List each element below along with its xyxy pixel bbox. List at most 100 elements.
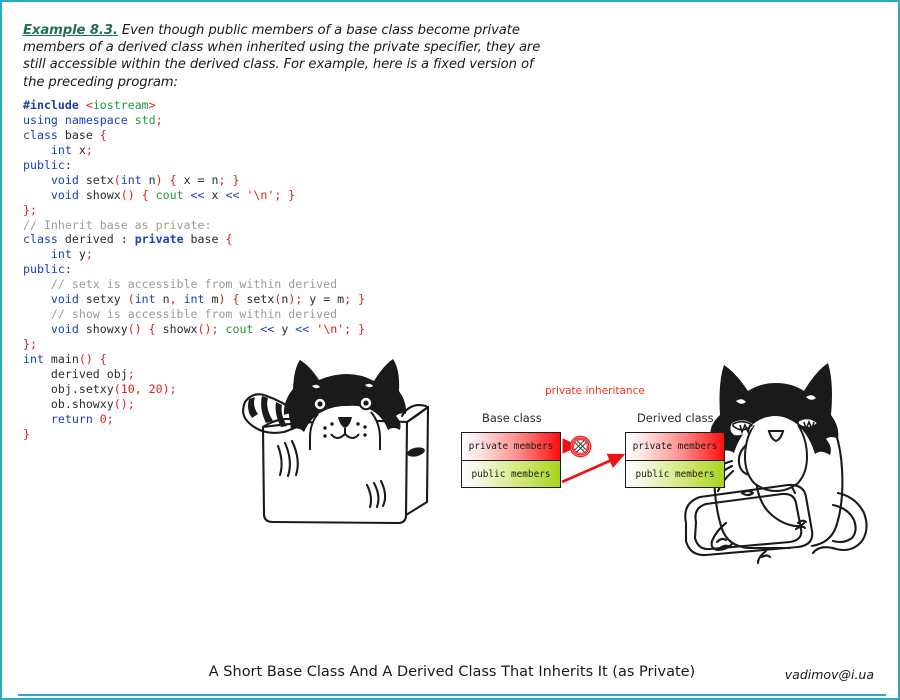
code-token: ; — [211, 322, 219, 337]
code-token: } — [232, 172, 240, 187]
code-token: std — [134, 112, 156, 127]
slide-page: Example 8.3. Even though public members … — [0, 0, 900, 700]
code-line: public: — [23, 158, 365, 173]
code-token: int — [50, 247, 79, 262]
code-token: } — [358, 292, 366, 307]
code-token: int — [134, 292, 163, 307]
code-token: { — [141, 187, 149, 202]
footer-divider — [18, 694, 886, 696]
code-token: public — [23, 157, 65, 172]
code-token: showx — [155, 322, 198, 337]
code-line: #include <iostream> — [23, 98, 365, 113]
code-token: showx — [85, 187, 121, 202]
code-token: int — [50, 142, 79, 157]
code-token: } — [23, 426, 30, 441]
code-line: int y; — [23, 247, 365, 262]
no-entry-icon — [569, 435, 592, 458]
page-title: A Short Base Class And A Derived Class T… — [208, 664, 696, 680]
code-token: () — [113, 396, 128, 411]
arrow-base-public-to-derived-private — [561, 453, 626, 484]
code-token: int — [23, 351, 51, 366]
code-token: derived obj — [23, 366, 128, 381]
code-token: < — [85, 98, 93, 112]
code-token: << — [253, 322, 282, 337]
inheritance-diagram: private inheritance Base class Derived c… — [442, 377, 752, 502]
code-token: showxy — [85, 322, 128, 337]
code-line: void showx() { cout << x << '\n'; } — [23, 188, 365, 203]
code-token: public — [23, 262, 65, 277]
code-token: } — [23, 202, 30, 217]
code-token: () — [127, 322, 142, 337]
code-line: class derived : private base { — [23, 232, 365, 247]
code-token: ) — [155, 172, 163, 187]
code-token: x = n — [176, 172, 219, 187]
code-token: n — [148, 172, 156, 187]
code-token: '\n' — [316, 322, 345, 337]
cat-in-box-drawing — [242, 359, 430, 525]
code-token: base — [190, 232, 226, 247]
example-label: Example 8.3. — [23, 23, 118, 38]
code-line: class base { — [23, 128, 365, 143]
code-token: ( — [113, 381, 121, 396]
code-token: void — [50, 322, 86, 337]
code-token: class — [23, 232, 65, 247]
code-token: { — [99, 351, 107, 366]
diagram-arrow-overlay — [561, 438, 626, 484]
code-token: base — [64, 127, 100, 142]
code-line: }; — [23, 337, 365, 352]
intro-paragraph: Example 8.3. Even though public members … — [23, 22, 543, 91]
code-token: cout — [155, 187, 184, 202]
code-token: , — [169, 292, 184, 307]
code-token: << — [183, 187, 212, 202]
code-token: () — [197, 322, 212, 337]
code-token: ; — [127, 396, 135, 411]
code-line: // show is accessible from within derive… — [23, 307, 365, 322]
code-token: ; — [85, 142, 93, 157]
code-line: void setx(int n) { x = n; } — [23, 173, 365, 188]
code-token: ( — [113, 172, 121, 187]
code-token: 10 — [120, 381, 135, 396]
code-line: // setx is accessible from within derive… — [23, 277, 365, 292]
code-token: derived : — [64, 232, 135, 247]
code-line: }; — [23, 203, 365, 218]
code-token: ) — [162, 381, 170, 396]
code-token: ; — [29, 337, 37, 351]
code-token: private — [134, 232, 191, 247]
code-line: // Inherit base as private: — [23, 218, 365, 233]
code-token: x — [78, 142, 86, 157]
author-credit: vadimov@i.ua — [784, 667, 874, 682]
code-line: void setxy (int n, int m) { setx(n); y =… — [23, 292, 365, 307]
code-token: : — [64, 157, 72, 172]
code-token: > — [148, 98, 156, 112]
code-token: '\n' — [246, 187, 275, 202]
code-line: void showxy() { showx(); cout << y << '\… — [23, 322, 365, 337]
code-token: : — [64, 262, 72, 277]
code-token: // setx is accessible from within derive… — [50, 277, 338, 292]
code-token: ; — [106, 411, 114, 426]
code-token: { — [169, 172, 177, 187]
code-token: setxy — [85, 292, 128, 307]
code-token: obj.setxy — [23, 381, 114, 396]
code-token: y — [78, 247, 86, 262]
code-token: ; — [155, 112, 163, 127]
code-token: } — [288, 187, 296, 202]
code-token: return — [50, 411, 100, 426]
code-line: int x; — [23, 143, 365, 158]
code-token: ; — [85, 247, 93, 262]
code-token: int — [120, 172, 149, 187]
code-line: using namespace std; — [23, 113, 365, 128]
code-token: 20 — [148, 381, 163, 396]
code-token: } — [358, 322, 366, 337]
code-token: using namespace — [23, 112, 135, 127]
